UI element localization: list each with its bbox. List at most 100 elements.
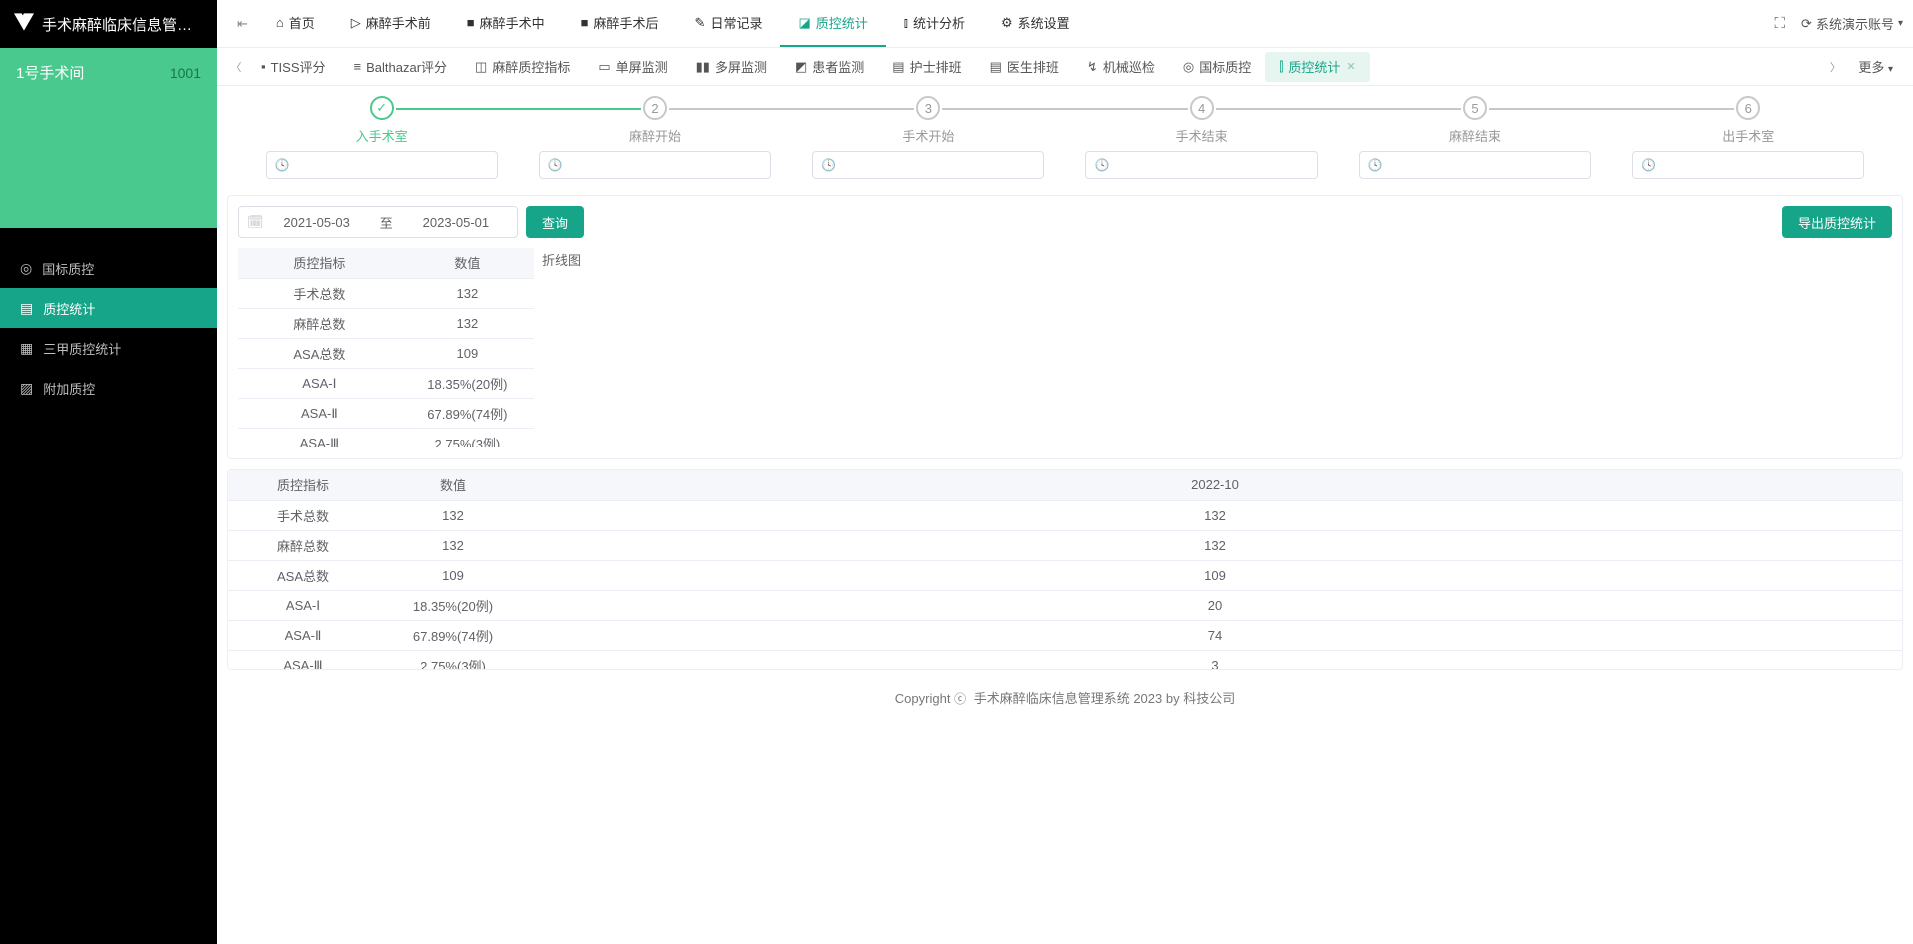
tab-1[interactable]: ≡Balthazar评分 [340,48,462,86]
query-button[interactable]: 查询 [526,206,584,238]
tab-icon: ↯ [1087,60,1098,73]
nav-item-label: 麻醉手术前 [366,13,431,32]
cell-metric: ASA-Ⅱ [228,621,378,651]
vue-logo-icon [14,12,34,36]
step-label: 手术结束 [1065,126,1338,145]
nav-item-4[interactable]: ✎日常记录 [677,1,781,47]
nav-item-label: 统计分析 [913,13,965,32]
cell-value: 2.75%(3例) [378,651,528,669]
summary-header-metric: 质控指标 [238,248,401,278]
sidebar-item-label: 质控统计 [43,299,95,318]
tab-10[interactable]: ⫿质控统计✕ [1265,52,1369,82]
step-time-input[interactable]: 🕓 [1359,151,1591,179]
nav-item-7[interactable]: ⚙系统设置 [983,1,1088,47]
room-code: 1001 [170,65,201,81]
sidebar-item-0[interactable]: ◎国标质控 [0,248,217,288]
step-time-input[interactable]: 🕓 [539,151,771,179]
nav-item-5[interactable]: ◪质控统计 [780,1,885,47]
step-time-input[interactable]: 🕓 [266,151,498,179]
query-row: 🗓 2021-05-03 至 2023-05-01 查询 导出质控统计 [228,196,1902,248]
cell-value: 67.89%(74例) [401,399,534,429]
nav-item-icon: ⌂ [276,16,284,29]
cell-period: 74 [528,621,1902,651]
table-row: ASA-Ⅰ18.35%(20例) [238,369,534,399]
nav-item-3[interactable]: ■麻醉手术后 [563,1,677,47]
sidebar-item-2[interactable]: ▦三甲质控统计 [0,328,217,368]
tab-icon: ◫ [475,60,487,73]
tabs-scroll-right-icon[interactable]: 〉 [1824,59,1846,75]
clock-icon: 🕓 [1368,158,1383,172]
table-row: 手术总数132 [238,279,534,309]
cell-metric: 手术总数 [238,279,401,309]
sidebar-item-label: 国标质控 [42,259,94,278]
tab-icon: ◎ [1183,60,1194,73]
tab-icon: ⫿ [1279,60,1283,73]
step-label: 手术开始 [792,126,1065,145]
cell-metric: 手术总数 [228,501,378,531]
step-time-input[interactable]: 🕓 [812,151,1044,179]
tab-9[interactable]: ◎国标质控 [1169,48,1265,86]
detail-table-box: 质控指标 数值 2022-10 手术总数132132麻醉总数132132ASA总… [227,469,1903,670]
nav-item-icon: ■ [467,16,475,29]
tab-3[interactable]: ▭单屏监测 [584,48,681,86]
step-circle: 5 [1463,96,1487,120]
cell-value: 132 [401,279,534,309]
nav-item-1[interactable]: ▷ 麻醉手术前 [333,1,449,47]
nav-item-2[interactable]: ■麻醉手术中 [449,1,563,47]
sidebar-collapse-icon[interactable]: ⇤ [227,16,258,32]
tab-icon: ▪ [261,60,266,73]
tab-icon: ▮▮ [696,60,710,73]
nav-item-6[interactable]: ⫾统计分析 [886,1,983,47]
table-row: ASA总数109109 [228,561,1902,591]
tab-8[interactable]: ↯ 机械巡检 [1073,48,1169,86]
cell-value: 67.89%(74例) [378,621,528,651]
tab-5[interactable]: ◩患者监测 [781,48,878,86]
nav-item-0[interactable]: ⌂首页 [258,1,333,47]
copyright-icon: ⓒ [954,692,966,706]
tabs-more-dropdown[interactable]: 更多 ▾ [1846,57,1905,76]
side-nav: ◎国标质控▤质控统计▦三甲质控统计▨附加质控 [0,228,217,944]
tab-icon: ▤ [990,60,1002,73]
sidebar-item-3[interactable]: ▨附加质控 [0,368,217,408]
room-box: 1号手术间 1001 [0,48,217,228]
tab-2[interactable]: ◫麻醉质控指标 [461,48,584,86]
step-time-input[interactable]: 🕓 [1632,151,1864,179]
tabs-scroll-left-icon[interactable]: 〈 [225,59,247,75]
tab-label: 单屏监测 [616,57,668,76]
nav-item-label: 质控统计 [816,13,868,32]
cell-value: 18.35%(20例) [401,369,534,399]
date-range-picker[interactable]: 🗓 2021-05-03 至 2023-05-01 [238,206,518,238]
tab-0[interactable]: ▪TISS评分 [247,48,340,86]
nav-item-icon: ▷ [351,16,361,29]
cell-metric: 麻醉总数 [238,309,401,339]
nav-item-icon: ⚙ [1001,16,1013,29]
tab-6[interactable]: ▤护士排班 [878,48,975,86]
step-label: 麻醉结束 [1338,126,1611,145]
sidebar-item-1[interactable]: ▤质控统计 [0,288,217,328]
tabs-wrap: ▪TISS评分≡Balthazar评分◫麻醉质控指标▭单屏监测▮▮多屏监测◩患者… [247,48,1824,86]
step-time-input[interactable]: 🕓 [1085,151,1317,179]
sidebar: 手术麻醉临床信息管… 1号手术间 1001 ◎国标质控▤质控统计▦三甲质控统计▨… [0,0,217,944]
tab-label: 机械巡检 [1103,57,1155,76]
close-icon[interactable]: ✕ [1346,60,1355,73]
tab-4[interactable]: ▮▮多屏监测 [682,48,781,86]
step-circle: 4 [1190,96,1214,120]
topbar: ⇤ ⌂首页▷麻醉手术前■麻醉手术中■麻醉手术后✎日常记录◪质控统计⫾统计分析⚙系… [217,0,1913,48]
tab-7[interactable]: ▤医生排班 [976,48,1073,86]
app-title: 手术麻醉临床信息管… [42,14,192,35]
account-dropdown[interactable]: ⟳ 系统演示账号 ▾ [1801,14,1903,33]
clock-icon: 🕓 [821,158,836,172]
nav-item-label: 麻醉手术后 [594,13,659,32]
cell-metric: 麻醉总数 [228,531,378,561]
export-button[interactable]: 导出质控统计 [1782,206,1892,238]
cell-value: 109 [401,339,534,369]
fullscreen-icon[interactable]: ⛶ [1775,15,1786,32]
cell-metric: ASA总数 [238,339,401,369]
cell-period: 132 [528,531,1902,561]
cell-metric: ASA-Ⅲ [228,651,378,669]
detail-header-value: 数值 [378,470,528,500]
cell-value: 109 [378,561,528,591]
cell-value: 18.35%(20例) [378,591,528,621]
cell-metric: ASA-Ⅲ [238,429,401,447]
app-logo: 手术麻醉临床信息管… [0,0,217,48]
